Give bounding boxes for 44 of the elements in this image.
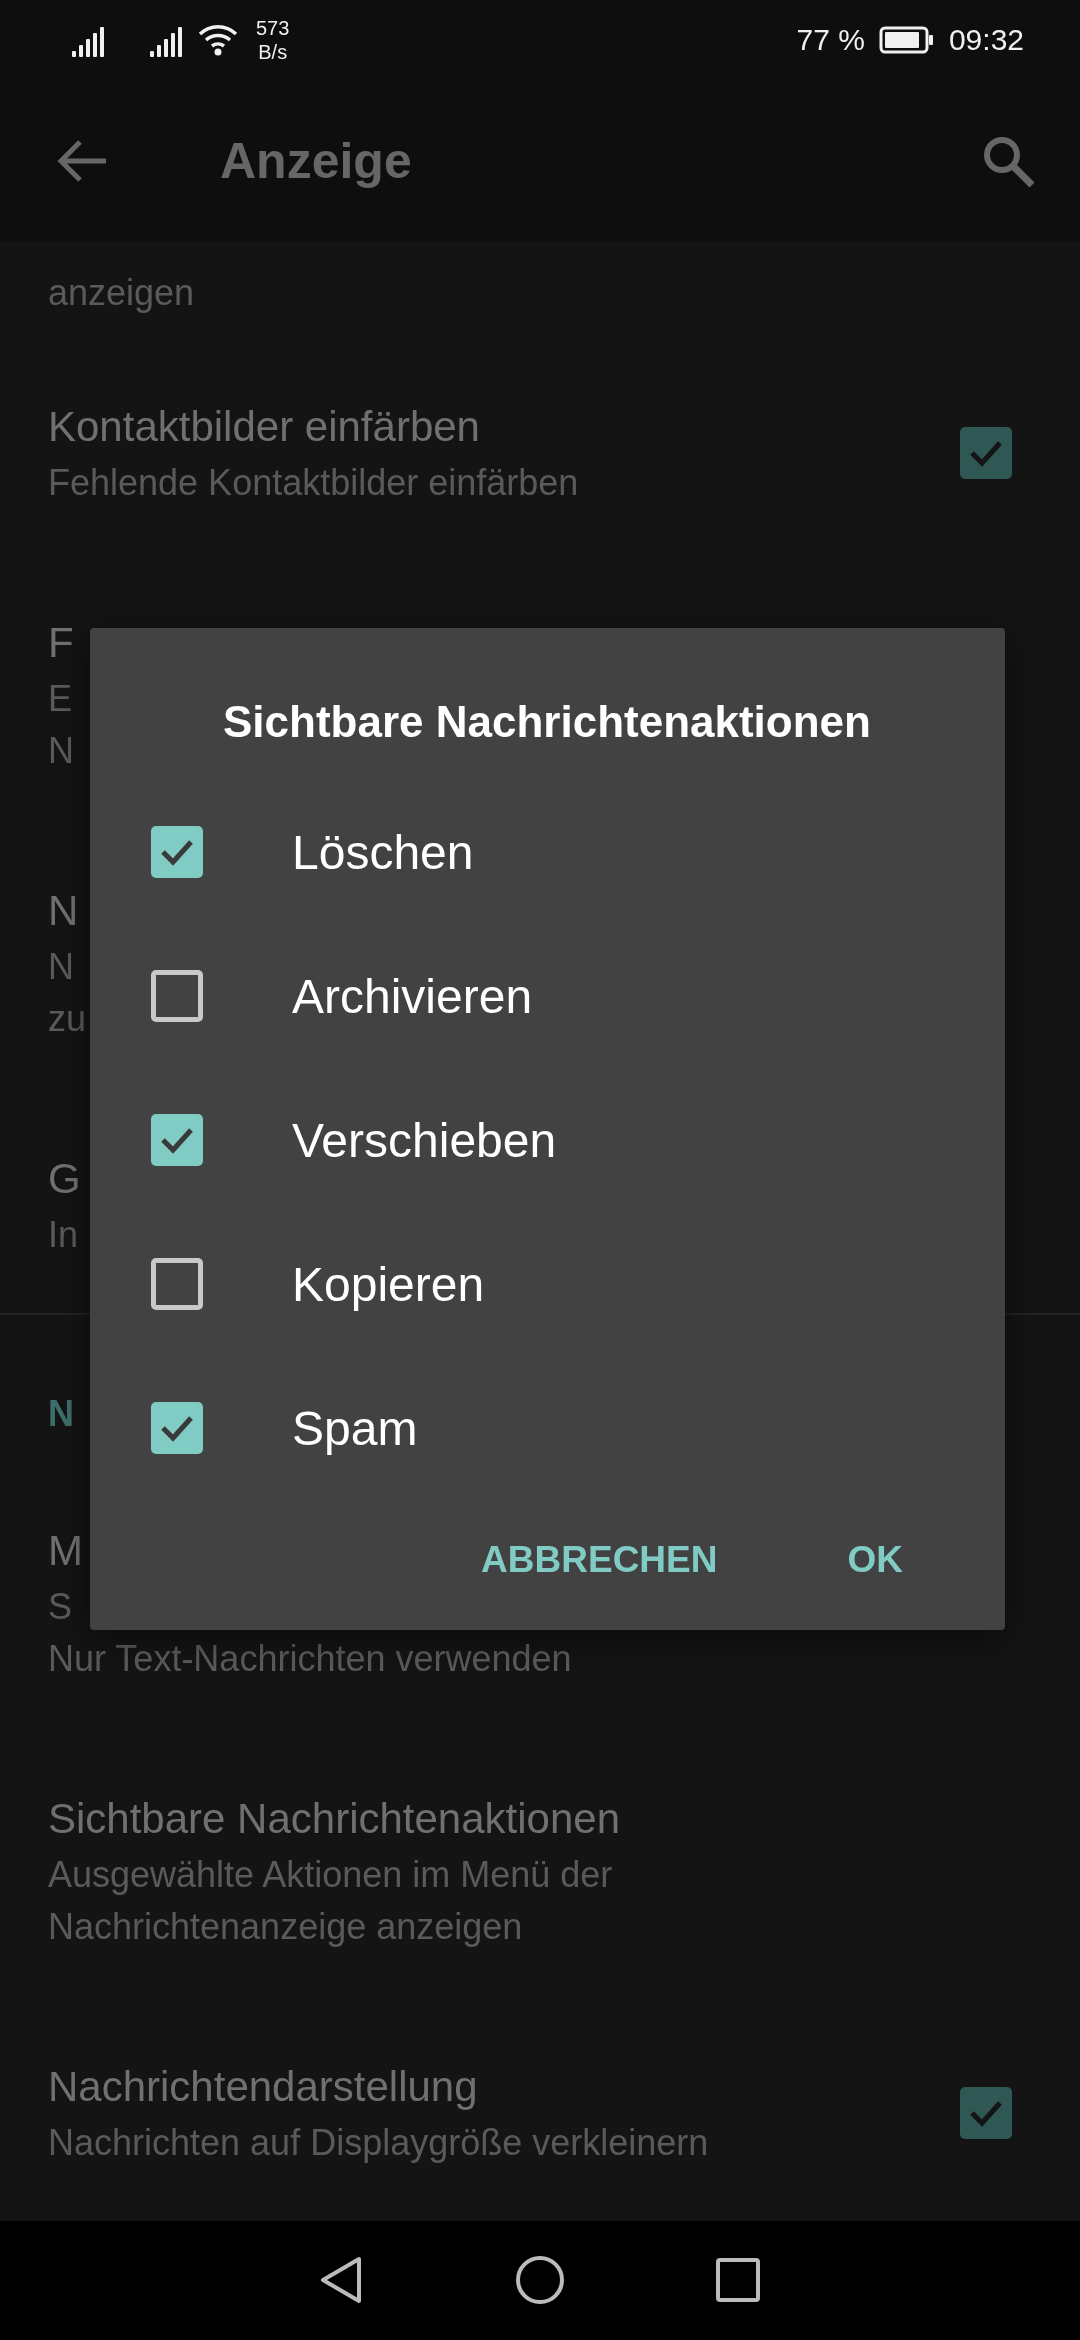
setting-summary: N — [48, 728, 74, 773]
checkbox[interactable] — [151, 970, 203, 1022]
setting-summary: E — [48, 676, 72, 721]
screen-title: Anzeige — [220, 131, 413, 190]
setting-summary: zu — [48, 996, 87, 1041]
clock: 09:32 — [948, 22, 1024, 57]
setting-summary: Nachrichtenanzeige anzeigen — [48, 1904, 523, 1949]
battery-icon — [878, 25, 935, 54]
home-icon[interactable] — [515, 2255, 565, 2306]
checkbox[interactable] — [151, 826, 203, 878]
option-label[interactable]: Verschieben — [292, 1112, 557, 1168]
option-label[interactable]: Spam — [292, 1400, 418, 1456]
checkbox[interactable] — [960, 426, 1012, 479]
section-header: N — [48, 1391, 74, 1436]
checkbox[interactable] — [151, 1402, 203, 1454]
setting-title: Kontaktbilder einfärben — [48, 401, 480, 452]
setting-summary: Fehlende Kontaktbilder einfärben — [48, 460, 579, 505]
recents-icon[interactable] — [715, 2257, 761, 2304]
network-speed: 573 — [256, 15, 290, 40]
setting-title: M — [48, 1525, 83, 1576]
cancel-button[interactable]: ABBRECHEN — [465, 1520, 734, 1600]
setting-title: N — [48, 885, 79, 936]
setting-summary: anzeigen — [48, 271, 195, 316]
setting-summary: In — [48, 1212, 79, 1257]
setting-summary: Nur Text-Nachrichten verwenden — [48, 1636, 572, 1681]
ok-button[interactable]: OK — [831, 1520, 919, 1600]
checkbox[interactable] — [151, 1114, 203, 1166]
dialog-title: Sichtbare Nachrichtenaktionen — [223, 696, 872, 748]
battery-percent: 77 % — [796, 22, 865, 57]
option-label[interactable]: Löschen — [292, 824, 474, 880]
setting-summary: Nachrichten auf Displaygröße verkleinern — [48, 2120, 709, 2165]
setting-title: Nachrichtendarstellung — [48, 2061, 478, 2112]
setting-summary: S — [48, 1584, 72, 1629]
wifi-icon — [198, 22, 238, 57]
network-speed: B/s — [258, 39, 288, 64]
setting-summary: Ausgewählte Aktionen im Menü der — [48, 1852, 613, 1897]
setting-title: Sichtbare Nachrichtenaktionen — [48, 1793, 620, 1844]
setting-title: F — [48, 617, 74, 668]
setting-summary: N — [48, 944, 74, 989]
option-label[interactable]: Kopieren — [292, 1256, 485, 1312]
checkbox[interactable] — [960, 2086, 1012, 2139]
option-label[interactable]: Archivieren — [292, 968, 533, 1024]
setting-title: G — [48, 1153, 81, 1204]
checkbox[interactable] — [151, 1258, 203, 1310]
